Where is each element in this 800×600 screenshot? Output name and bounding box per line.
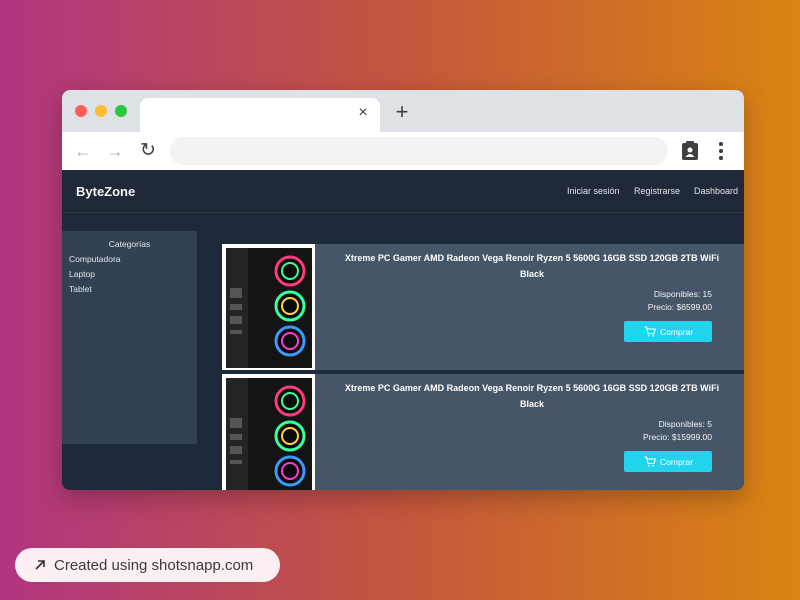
tab-bar: × + xyxy=(62,90,744,132)
product-card: Xtreme PC Gamer AMD Radeon Vega Renoir R… xyxy=(222,374,744,490)
buy-button[interactable]: Comprar xyxy=(624,321,712,342)
site-navbar: ByteZone Iniciar sesión Registrarse Dash… xyxy=(62,170,744,213)
category-laptop[interactable]: Laptop xyxy=(69,269,95,279)
product-title[interactable]: Xtreme PC Gamer AMD Radeon Vega Renoir R… xyxy=(342,381,722,412)
clipboard-icon[interactable] xyxy=(681,140,699,160)
close-window-button[interactable] xyxy=(75,105,87,117)
browser-toolbar: ← → ↻ xyxy=(62,132,744,170)
menu-icon[interactable] xyxy=(714,140,728,162)
cart-icon xyxy=(644,326,656,337)
browser-tab[interactable]: × xyxy=(140,98,380,132)
arrow-up-right-icon xyxy=(35,560,45,570)
maximize-window-button[interactable] xyxy=(115,105,127,117)
cart-icon xyxy=(644,456,656,467)
browser-window: × + ← → ↻ ByteZone Iniciar sesión Regist… xyxy=(62,90,744,490)
shotsnapp-badge[interactable]: Created using shotsnapp.com xyxy=(15,548,280,582)
product-title[interactable]: Xtreme PC Gamer AMD Radeon Vega Renoir R… xyxy=(342,251,722,282)
sidebar-title: Categorías xyxy=(108,239,151,249)
product-card: Xtreme PC Gamer AMD Radeon Vega Renoir R… xyxy=(222,244,744,370)
address-bar[interactable] xyxy=(170,137,668,165)
product-image[interactable] xyxy=(222,374,315,490)
product-price: Precio: $6599.00 xyxy=(647,302,712,312)
category-tablet[interactable]: Tablet xyxy=(69,284,92,294)
buy-button-label: Comprar xyxy=(660,457,694,467)
product-image[interactable] xyxy=(222,244,315,370)
close-tab-icon[interactable]: × xyxy=(354,104,372,122)
buy-button[interactable]: Comprar xyxy=(624,451,712,472)
product-stock: Disponibles: 5 xyxy=(658,419,712,429)
minimize-window-button[interactable] xyxy=(95,105,107,117)
nav-register-link[interactable]: Registrarse xyxy=(634,186,680,196)
nav-login-link[interactable]: Iniciar sesión xyxy=(567,186,620,196)
category-computadora[interactable]: Computadora xyxy=(69,254,121,264)
nav-dashboard-link[interactable]: Dashboard xyxy=(694,186,738,196)
forward-icon[interactable]: → xyxy=(104,140,126,162)
category-sidebar: Categorías Computadora Laptop Tablet xyxy=(62,231,197,444)
product-price: Precio: $15999.00 xyxy=(643,432,712,442)
brand-logo[interactable]: ByteZone xyxy=(76,184,135,199)
web-page: ByteZone Iniciar sesión Registrarse Dash… xyxy=(62,170,744,490)
back-icon[interactable]: ← xyxy=(72,140,94,162)
reload-icon[interactable]: ↻ xyxy=(137,140,159,162)
badge-text: Created using shotsnapp.com xyxy=(54,557,254,574)
new-tab-button[interactable]: + xyxy=(392,101,412,123)
buy-button-label: Comprar xyxy=(660,327,694,337)
product-stock: Disponibles: 15 xyxy=(653,289,712,299)
